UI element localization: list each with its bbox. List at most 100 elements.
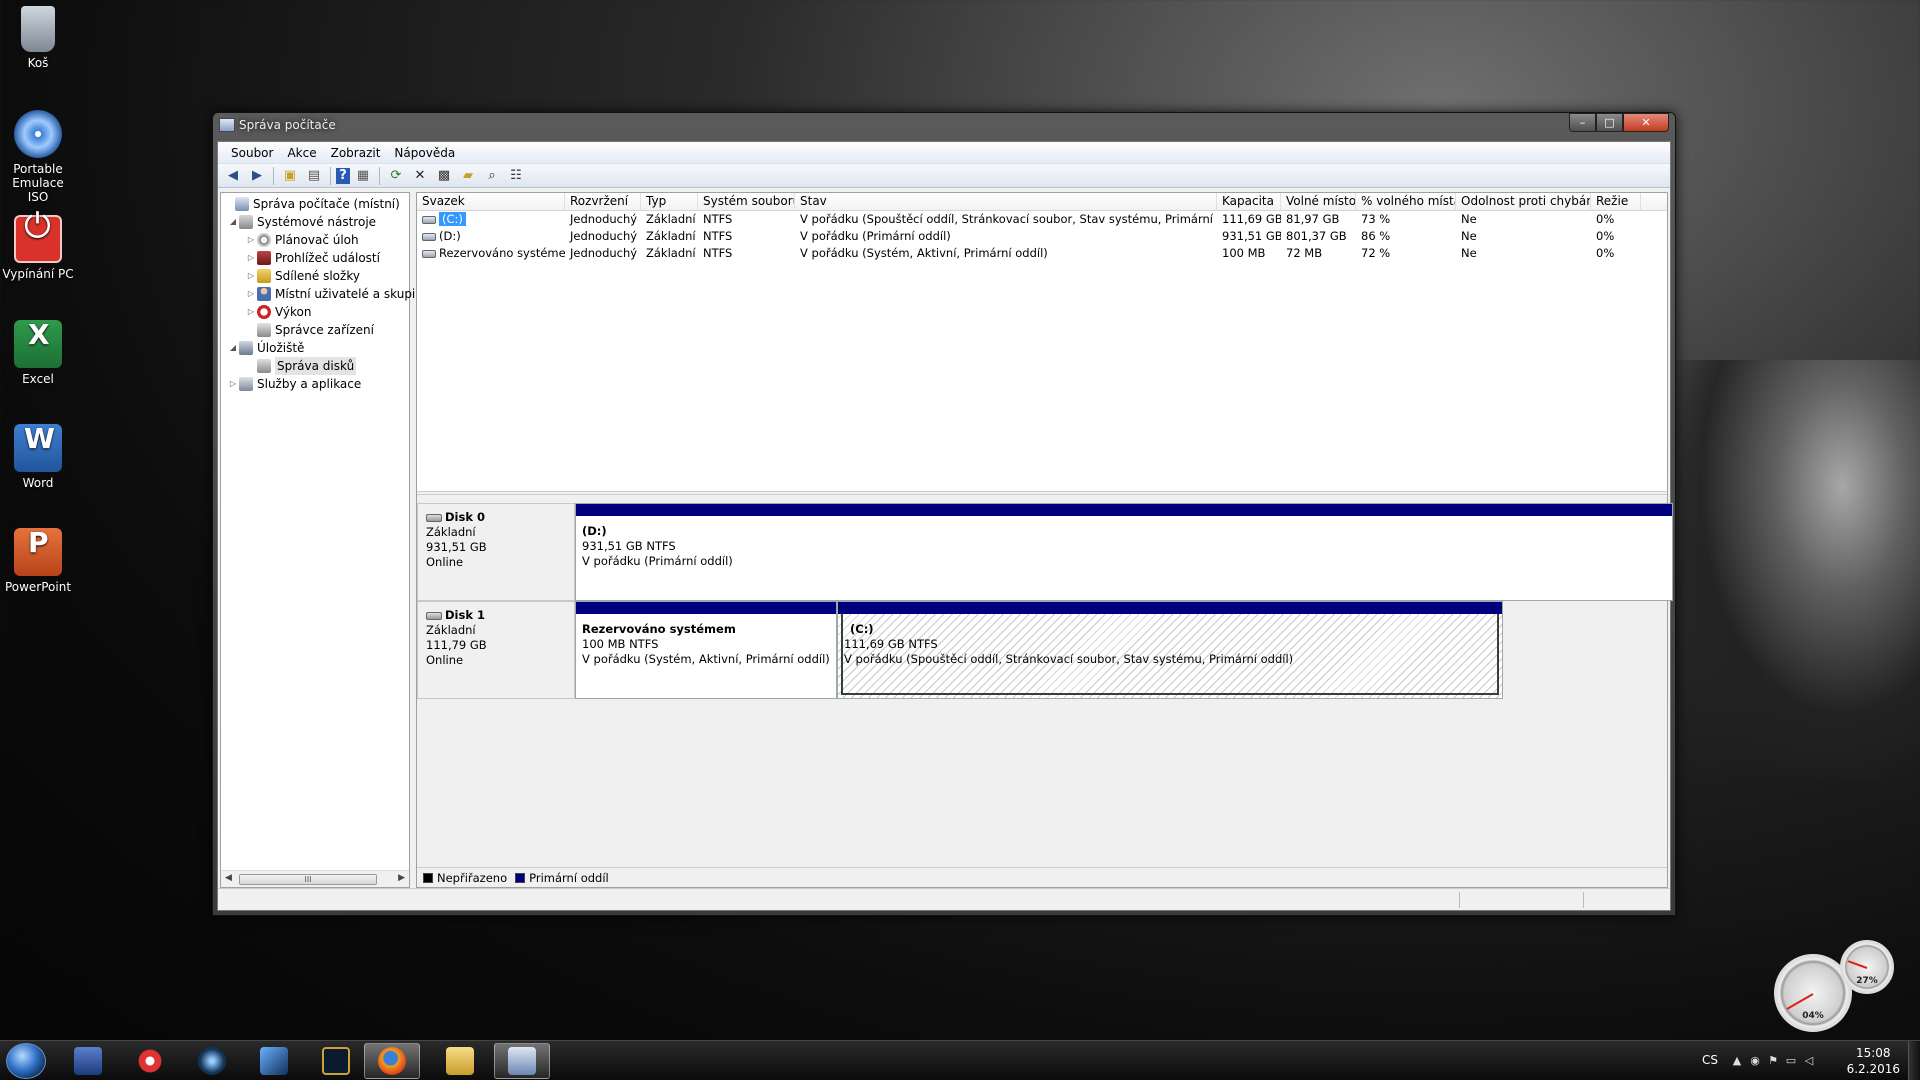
taskbar-app-computer-management[interactable] bbox=[494, 1043, 550, 1079]
desktop-icon-label: Excel bbox=[22, 372, 54, 386]
taskbar-app-firefox[interactable] bbox=[364, 1043, 420, 1079]
desktop-icon-portable-iso[interactable]: Portable Emulace ISO bbox=[2, 110, 74, 204]
disk-label[interactable]: Disk 1 Základní 111,79 GB Online bbox=[417, 601, 575, 699]
language-indicator[interactable]: CS bbox=[1702, 1053, 1718, 1067]
column-header-type[interactable]: Typ bbox=[641, 193, 698, 211]
tray-app-icon[interactable]: ◉ bbox=[1748, 1054, 1762, 1068]
show-hide-tree-icon[interactable]: ▤ bbox=[303, 166, 325, 186]
taskbar-app-explorer[interactable] bbox=[432, 1043, 488, 1079]
menu-view[interactable]: Zobrazit bbox=[324, 146, 388, 160]
properties-icon[interactable]: ▦ bbox=[352, 166, 374, 186]
tree-item-disk-management[interactable]: Správa disků bbox=[245, 357, 357, 375]
menu-bar: Soubor Akce Zobrazit Nápověda bbox=[218, 142, 1670, 164]
show-hidden-icons-icon[interactable]: ▲ bbox=[1730, 1054, 1744, 1068]
taskbar-app-steam[interactable] bbox=[246, 1043, 302, 1079]
tree-item-performance[interactable]: ▷ Výkon bbox=[245, 303, 311, 321]
start-button[interactable] bbox=[6, 1043, 46, 1079]
column-header-capacity[interactable]: Kapacita bbox=[1217, 193, 1281, 211]
folder-icon bbox=[446, 1047, 474, 1075]
show-desktop-button[interactable] bbox=[1908, 1041, 1920, 1080]
cell-layout: Jednoduchý bbox=[570, 212, 638, 226]
volume-icon[interactable]: ◁ bbox=[1802, 1054, 1816, 1068]
column-header-fault-tolerance[interactable]: Odolnost proti chybám bbox=[1456, 193, 1591, 211]
close-button[interactable]: ✕ bbox=[1623, 113, 1669, 132]
disk-icon bbox=[426, 611, 442, 620]
search-icon[interactable]: ⌕ bbox=[481, 166, 503, 186]
tree-expander[interactable]: ▷ bbox=[245, 231, 257, 249]
tree-item-storage[interactable]: ◢ Úložiště bbox=[227, 339, 304, 357]
desktop-icon-shutdown[interactable]: Vypínání PC bbox=[2, 215, 74, 281]
cell-free-space: 801,37 GB bbox=[1286, 229, 1347, 243]
tree-item-local-users[interactable]: ▷ Místní uživatelé a skupiny bbox=[245, 285, 430, 303]
clock[interactable]: 15:08 6.2.2016 bbox=[1847, 1045, 1900, 1077]
column-header-volume[interactable]: Svazek bbox=[417, 193, 565, 211]
table-row[interactable]: (C:) Jednoduchý Základní NTFS V pořádku … bbox=[417, 211, 1667, 228]
forward-icon[interactable]: ▶ bbox=[246, 166, 268, 186]
column-header-overhead[interactable]: Režie bbox=[1591, 193, 1641, 211]
back-icon[interactable]: ◀ bbox=[222, 166, 244, 186]
cell-volume: Rezervováno systémem bbox=[417, 245, 565, 262]
help-icon[interactable]: ? bbox=[336, 167, 350, 184]
menu-file[interactable]: Soubor bbox=[224, 146, 280, 160]
cell-capacity: 931,51 GB bbox=[1222, 229, 1281, 243]
scroll-left-icon[interactable]: ◀ bbox=[225, 873, 232, 883]
network-icon[interactable]: ▭ bbox=[1784, 1054, 1798, 1068]
tree-expander[interactable]: ▷ bbox=[227, 375, 239, 393]
column-header-filesystem[interactable]: Systém souborů bbox=[698, 193, 795, 211]
desktop-icon-word[interactable]: Word bbox=[2, 424, 74, 490]
iso-emulator-icon bbox=[14, 110, 62, 158]
menu-help[interactable]: Nápověda bbox=[387, 146, 462, 160]
desktop-icon-excel[interactable]: Excel bbox=[2, 320, 74, 386]
up-icon[interactable]: ▣ bbox=[279, 166, 301, 186]
refresh-icon[interactable]: ⟳ bbox=[385, 166, 407, 186]
disk-label[interactable]: Disk 0 Základní 931,51 GB Online bbox=[417, 503, 575, 601]
tree-item-device-manager[interactable]: Správce zařízení bbox=[245, 321, 374, 339]
table-row[interactable]: (D:) Jednoduchý Základní NTFS V pořádku … bbox=[417, 228, 1667, 245]
tree-item-system-tools[interactable]: ◢ Systémové nástroje bbox=[227, 213, 376, 231]
scrollbar-thumb[interactable]: III bbox=[239, 874, 377, 885]
cpu-meter-gadget[interactable]: 04% 27% bbox=[1770, 940, 1900, 1032]
cell-fault-tolerance: Ne bbox=[1461, 212, 1477, 226]
scroll-right-icon[interactable]: ▶ bbox=[398, 873, 405, 883]
tree-item-event-viewer[interactable]: ▷ Prohlížeč událostí bbox=[245, 249, 380, 267]
action-center-flag-icon[interactable]: ⚑ bbox=[1766, 1054, 1780, 1068]
tree-item-task-scheduler[interactable]: ▷ Plánovač úloh bbox=[245, 231, 359, 249]
partition-d[interactable]: (D:) 931,51 GB NTFS V pořádku (Primární … bbox=[575, 503, 1673, 601]
tree-expander[interactable]: ▷ bbox=[245, 303, 257, 321]
folder-icon[interactable]: ▰ bbox=[457, 166, 479, 186]
desktop-icon-recycle-bin[interactable]: Koš bbox=[2, 6, 74, 70]
partition-system-reserved[interactable]: Rezervováno systémem 100 MB NTFS V pořád… bbox=[575, 601, 837, 699]
cell-status: V pořádku (Systém, Aktivní, Primární odd… bbox=[800, 246, 1048, 260]
taskbar-app-lol[interactable] bbox=[308, 1043, 364, 1079]
open-icon[interactable]: ▩ bbox=[433, 166, 455, 186]
tree-expander[interactable]: ▷ bbox=[245, 249, 257, 267]
maximize-button[interactable]: □ bbox=[1596, 113, 1623, 132]
tree-expander[interactable]: ◢ bbox=[227, 213, 239, 231]
partition-c[interactable]: (C:) 111,69 GB NTFS V pořádku (Spouštěcí… bbox=[837, 601, 1503, 699]
table-row[interactable]: Rezervováno systémem Jednoduchý Základní… bbox=[417, 245, 1667, 262]
taskbar-app-media[interactable] bbox=[184, 1043, 240, 1079]
cell-type: Základní bbox=[646, 212, 696, 226]
tree-expander[interactable]: ◢ bbox=[227, 339, 239, 357]
menu-action[interactable]: Akce bbox=[280, 146, 323, 160]
tree-item-services-apps[interactable]: ▷ Služby a aplikace bbox=[227, 375, 361, 393]
tree-item-computer-management[interactable]: Správa počítače (místní) bbox=[223, 195, 400, 213]
tree-item-label: Prohlížeč událostí bbox=[275, 251, 380, 265]
tree-item-label: Místní uživatelé a skupiny bbox=[275, 287, 430, 301]
tree-item-shared-folders[interactable]: ▷ Sdílené složky bbox=[245, 267, 360, 285]
desktop-icon-powerpoint[interactable]: PowerPoint bbox=[2, 528, 74, 594]
minimize-button[interactable]: – bbox=[1569, 113, 1596, 132]
title-bar[interactable]: Správa počítače – □ ✕ bbox=[213, 113, 1675, 137]
delete-icon[interactable]: ✕ bbox=[409, 166, 431, 186]
tree-expander[interactable]: ▷ bbox=[245, 267, 257, 285]
computer-management-icon bbox=[219, 118, 235, 132]
tree-horizontal-scrollbar[interactable]: ◀ III ▶ bbox=[221, 870, 409, 887]
column-header-status[interactable]: Stav bbox=[795, 193, 1217, 211]
taskbar-app-save[interactable] bbox=[60, 1043, 116, 1079]
taskbar-app-ccleaner[interactable] bbox=[122, 1043, 178, 1079]
column-header-percent-free[interactable]: % volného místa bbox=[1356, 193, 1456, 211]
column-header-free-space[interactable]: Volné místo bbox=[1281, 193, 1356, 211]
column-header-layout[interactable]: Rozvržení bbox=[565, 193, 641, 211]
settings-icon[interactable]: ☷ bbox=[505, 166, 527, 186]
tree-expander[interactable]: ▷ bbox=[245, 285, 257, 303]
